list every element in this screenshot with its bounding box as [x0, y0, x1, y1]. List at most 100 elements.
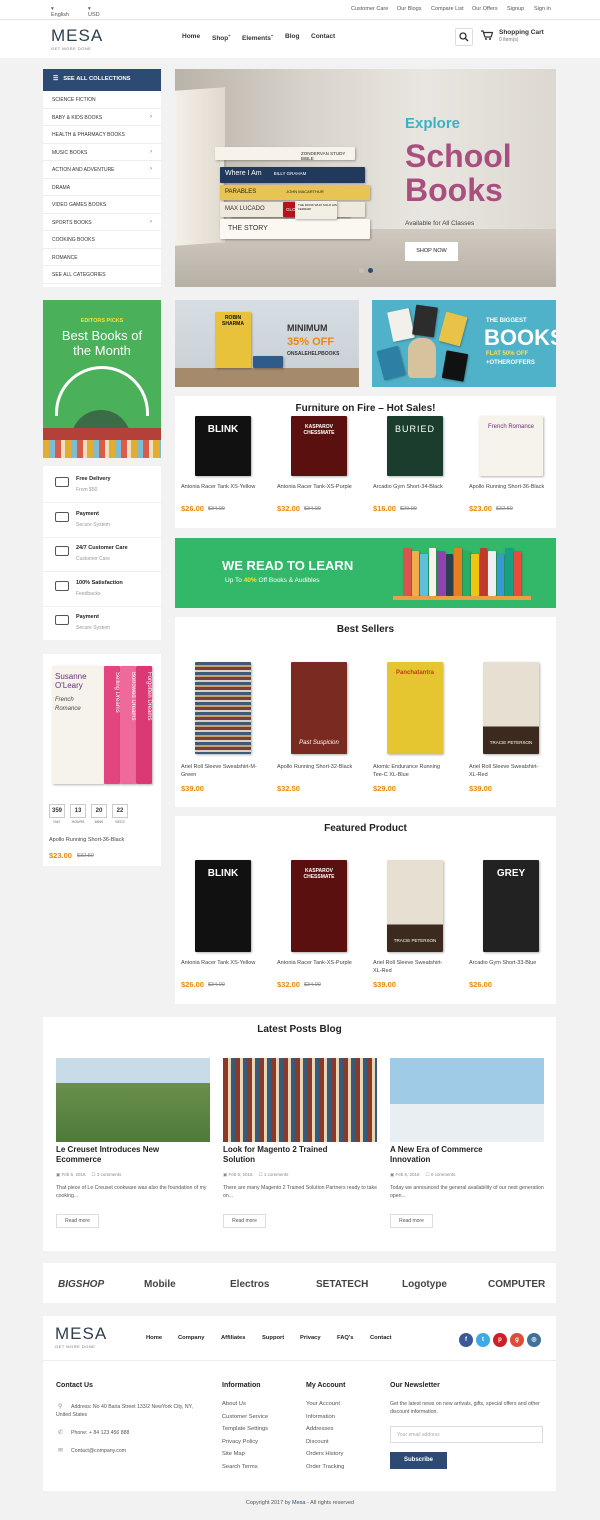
slider-dot-2[interactable]: [368, 268, 373, 273]
cart-button[interactable]: Shopping Cart 0 item(s): [481, 29, 544, 43]
category-item[interactable]: COOKING BOOKS: [43, 231, 161, 249]
footer-account-link[interactable]: Orders History: [306, 1451, 343, 1457]
product-image[interactable]: Panchatantra: [379, 662, 451, 754]
pinterest-icon[interactable]: p: [493, 1333, 507, 1347]
product-name[interactable]: Apollo Running Short-32-Black: [277, 764, 353, 772]
read-more-button[interactable]: Read more: [223, 1214, 266, 1228]
product-name[interactable]: Antonia Racer Tank-XS-Purple: [277, 960, 353, 968]
post-title[interactable]: Look for Magento 2 Trained Solution: [223, 1145, 358, 1165]
read-more-button[interactable]: Read more: [56, 1214, 99, 1228]
logo[interactable]: MESA GET MORE DONE: [51, 26, 103, 51]
nav-shop[interactable]: Shop+: [212, 33, 231, 42]
footer-account-link[interactable]: Order Tracking: [306, 1464, 344, 1470]
footer-email[interactable]: Contact@company.com: [71, 1448, 126, 1454]
promo-banner-read-to-learn[interactable]: WE READ TO LEARN Up To 40% Off Books & A…: [175, 538, 556, 608]
product-name[interactable]: Arcadio Gym Short-34-Black: [373, 484, 449, 492]
product-image[interactable]: KASPAROV CHESSMATE: [283, 860, 355, 952]
product-image[interactable]: KASPAROV CHESSMATE: [283, 416, 355, 476]
shop-now-button[interactable]: SHOP NOW: [405, 242, 458, 261]
deal-product-name[interactable]: Apollo Running Short-36-Black: [49, 837, 159, 845]
signin-link[interactable]: Sign in: [534, 6, 551, 12]
compare-list-link[interactable]: Compare List: [431, 6, 464, 12]
post-image[interactable]: [390, 1058, 544, 1142]
footer-nav-link[interactable]: Support: [262, 1335, 284, 1341]
footer-account-link[interactable]: Information: [306, 1414, 335, 1420]
language-select[interactable]: English ▾: [51, 6, 69, 18]
footer-nav-link[interactable]: FAQ's: [337, 1335, 354, 1341]
brand-logo[interactable]: Electros: [230, 1279, 269, 1290]
footer-nav-link[interactable]: Privacy: [300, 1335, 321, 1341]
nav-home[interactable]: Home: [182, 33, 200, 40]
category-item[interactable]: HEALTH & PHARMACY BOOKS: [43, 126, 161, 144]
our-offers-link[interactable]: Our Offers: [472, 6, 498, 12]
product-name[interactable]: Ariel Roll Sleeve Sweatshirt-M-Green: [181, 764, 257, 779]
category-item[interactable]: ACTION AND ADVENTURE ›: [43, 161, 161, 179]
product-image[interactable]: BLINK: [187, 416, 259, 476]
category-item[interactable]: SEE ALL CATEGORIES: [43, 266, 161, 284]
footer-info-link[interactable]: Site Map: [222, 1451, 245, 1457]
product-name[interactable]: Arcadio Gym Short-33-Blue: [469, 960, 545, 968]
product-image[interactable]: [187, 662, 259, 754]
see-all-collections-header[interactable]: ☰ SEE ALL COLLECTIONS: [43, 69, 161, 91]
post-image[interactable]: [223, 1058, 377, 1142]
search-button[interactable]: [455, 28, 473, 46]
footer-info-link[interactable]: Customer Service: [222, 1414, 268, 1420]
product-name[interactable]: Antonia Racer Tank XS-Yellow: [181, 484, 257, 492]
copyright-brand-link[interactable]: Mesa: [292, 1500, 305, 1506]
read-more-button[interactable]: Read more: [390, 1214, 433, 1228]
category-item[interactable]: ROMANCE: [43, 249, 161, 266]
brand-logo[interactable]: Mobile: [144, 1279, 176, 1290]
post-title[interactable]: Le Creuset Introduces New Ecommerce: [56, 1145, 191, 1165]
product-image[interactable]: French Romance: [475, 416, 547, 476]
footer-account-link[interactable]: Addresses: [306, 1426, 333, 1432]
product-name[interactable]: Ariel Roll Sleeve Sweatshirt-XL-Red: [373, 960, 449, 975]
product-image[interactable]: BURIED: [379, 416, 451, 476]
category-item[interactable]: SPORTS BOOKS ›: [43, 214, 161, 231]
instagram-icon[interactable]: ◎: [527, 1333, 541, 1347]
footer-account-link[interactable]: Your Account: [306, 1401, 340, 1407]
nav-contact[interactable]: Contact: [311, 33, 335, 40]
footer-logo[interactable]: MESA GET MORE DONE: [55, 1324, 107, 1349]
customer-care-link[interactable]: Customer Care: [351, 6, 388, 12]
nav-elements[interactable]: Elements+: [242, 33, 273, 42]
brand-logo[interactable]: COMPUTER: [488, 1279, 545, 1290]
nav-blog[interactable]: Blog: [285, 33, 299, 40]
editors-picks-banner[interactable]: EDITORS PICKS Best Books of the Month: [43, 300, 161, 458]
category-item[interactable]: MUSIC BOOKS ›: [43, 144, 161, 161]
newsletter-email-input[interactable]: Your email address: [390, 1426, 543, 1443]
product-name[interactable]: Atomic Endurance Running Tee-C XL-Blue: [373, 764, 449, 779]
post-title[interactable]: A New Era of Commerce Innovation: [390, 1145, 525, 1165]
brand-logo[interactable]: Logotype: [402, 1279, 447, 1290]
category-item[interactable]: VIDEO GAMES BOOKS: [43, 196, 161, 214]
footer-nav-link[interactable]: Contact: [370, 1335, 392, 1341]
banner-biggest-books[interactable]: THE BIGGEST BOOKS FLAT 50% OFF +OTHEROFF…: [372, 300, 556, 387]
product-image[interactable]: TRACIE PETERSON: [475, 662, 547, 754]
category-item[interactable]: SCIENCE FICTION: [43, 91, 161, 109]
footer-info-link[interactable]: About Us: [222, 1401, 246, 1407]
product-image[interactable]: BLINK: [187, 860, 259, 952]
post-image[interactable]: [56, 1058, 210, 1142]
footer-info-link[interactable]: Template Settings: [222, 1426, 268, 1432]
footer-nav-link[interactable]: Affiliates: [221, 1335, 245, 1341]
footer-nav-link[interactable]: Company: [178, 1335, 204, 1341]
category-item[interactable]: DRAMA: [43, 179, 161, 196]
brand-logo[interactable]: BIGSHOP: [58, 1279, 104, 1290]
product-image[interactable]: GREY: [475, 860, 547, 952]
category-item[interactable]: BABY & KIDS BOOKS ›: [43, 109, 161, 126]
product-name[interactable]: Antonia Racer Tank-XS-Purple: [277, 484, 353, 492]
subscribe-button[interactable]: Subscribe: [390, 1452, 447, 1469]
banner-minimum-35-off[interactable]: ROBIN SHARMA MINIMUM 35% OFF ONSALEHELPB…: [175, 300, 359, 387]
google-plus-icon[interactable]: g: [510, 1333, 524, 1347]
product-image[interactable]: Past Suspicion: [283, 662, 355, 754]
hero-slider[interactable]: ZONDERVAN STUDY BIBLE Where I Am BILLY GR…: [175, 69, 556, 287]
deal-product-image[interactable]: Susanne O'Leary French Romance Selling Dr…: [52, 666, 152, 786]
slider-dot-1[interactable]: [359, 268, 364, 273]
footer-info-link[interactable]: Privacy Policy: [222, 1439, 258, 1445]
facebook-icon[interactable]: f: [459, 1333, 473, 1347]
twitter-icon[interactable]: t: [476, 1333, 490, 1347]
product-image[interactable]: TRACIE PETERSON: [379, 860, 451, 952]
currency-select[interactable]: USD ▾: [88, 6, 100, 18]
footer-account-link[interactable]: Discount: [306, 1439, 329, 1445]
signup-link[interactable]: Signup: [507, 6, 524, 12]
our-blogs-link[interactable]: Our Blogs: [397, 6, 421, 12]
